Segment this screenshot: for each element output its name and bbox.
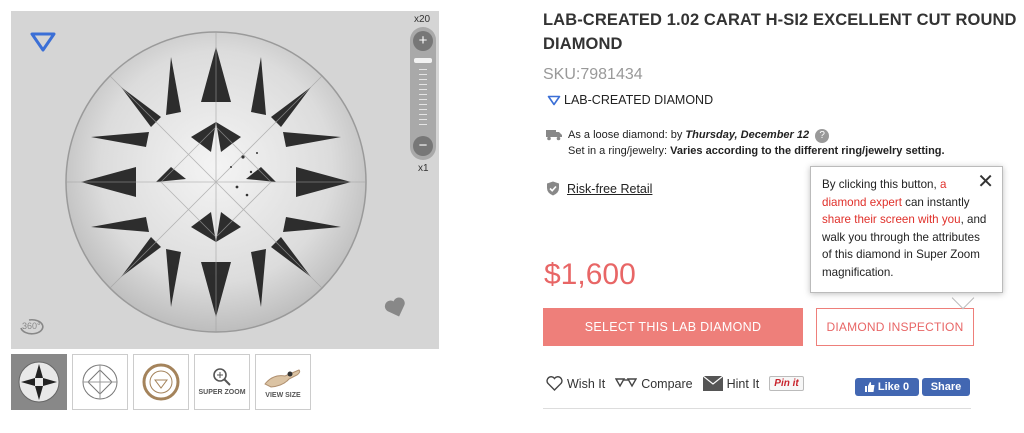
product-sku: SKU:7981434 [543,66,643,83]
close-icon[interactable]: ✕ [977,172,994,192]
product-actions: Wish It Compare Hint It Pin it [546,376,804,391]
zoom-slider[interactable]: + − [410,27,436,160]
facebook-like-label: Like 0 [877,381,910,393]
rotate-360-label: 360° [22,321,41,331]
tooltip-text-1: By clicking this button, [822,178,940,191]
diamond-viewer[interactable]: x20 + − x1 360° [11,11,439,349]
compare-button[interactable]: Compare [615,376,693,391]
zoom-slider-ticks [419,69,427,129]
shipping-info: As a loose diamond: by Thursday, Decembe… [546,127,945,159]
loose-diamond-label: As a loose diamond: by [568,129,683,141]
thumbnail-diamond-photo[interactable] [11,354,67,410]
zoom-out-button[interactable]: − [413,136,433,156]
diamond-photo-icon [18,361,60,403]
truck-icon [546,130,562,141]
tooltip-highlight-share: share their screen with you [822,213,961,226]
hint-it-button[interactable]: Hint It [702,376,760,391]
magnifier-icon [213,368,231,386]
loose-diamond-date: Thursday, December 12 [685,129,810,141]
tooltip-text-2: can instantly [901,195,970,209]
wish-it-button[interactable]: Wish It [546,376,605,391]
zoom-in-button[interactable]: + [413,31,433,51]
diamond-outline-icon [547,95,561,105]
diamond-inspection-button[interactable]: DIAMOND INSPECTION [816,308,974,346]
compare-label: Compare [641,376,693,391]
thumbnail-super-zoom[interactable]: SUPER ZOOM [194,354,250,410]
diamond-diagram-icon [82,364,118,400]
risk-free-retail[interactable]: Risk-free Retail [546,181,652,196]
envelope-icon [702,376,723,391]
thumbnail-certificate[interactable] [133,354,189,410]
favorite-heart-icon[interactable] [384,296,408,320]
wish-it-label: Wish It [567,376,606,391]
facebook-share-button[interactable]: Share [922,378,970,396]
zoom-min-label: x1 [418,163,429,174]
compare-diamonds-icon [615,377,638,387]
product-title: LAB-CREATED 1.02 CARAT H-SI2 EXCELLENT C… [543,11,1017,53]
hint-it-label: Hint It [726,376,760,391]
hand-with-ring-icon [264,369,301,388]
product-price: $1,600 [544,258,636,291]
actions-divider [543,408,971,409]
lab-created-label: LAB-CREATED DIAMOND [564,93,714,107]
pin-it-button[interactable]: Pin it [769,376,804,391]
view-size-label: VIEW SIZE [265,392,301,399]
super-zoom-label: SUPER ZOOM [198,389,246,396]
risk-free-retail-link[interactable]: Risk-free Retail [567,182,652,196]
select-lab-diamond-button[interactable]: SELECT THIS LAB DIAMOND [543,308,803,346]
lab-created-tag: LAB-CREATED DIAMOND [547,93,713,107]
rotate-360-icon[interactable]: 360° [16,314,46,338]
heart-outline-icon [546,376,563,391]
thumbnail-strip: SUPER ZOOM VIEW SIZE [11,354,311,410]
diamond-brand-icon [30,32,56,52]
help-icon[interactable]: ? [815,129,830,143]
facebook-like-button[interactable]: Like 0 [855,378,919,396]
shield-check-icon [547,181,559,196]
thumbs-up-icon [864,382,875,392]
diamond-inspection-tooltip: ✕ By clicking this button, a diamond exp… [810,166,1003,293]
ring-setting-value: Varies according to the different ring/j… [670,145,945,157]
certificate-seal-icon [142,363,180,401]
zoom-max-label: x20 [414,14,431,25]
diamond-image [65,31,367,333]
thumbnail-diagram[interactable] [72,354,128,410]
zoom-slider-handle[interactable] [414,58,432,63]
thumbnail-view-size[interactable]: VIEW SIZE [255,354,311,410]
ring-setting-label: Set in a ring/jewelry: [568,145,668,157]
